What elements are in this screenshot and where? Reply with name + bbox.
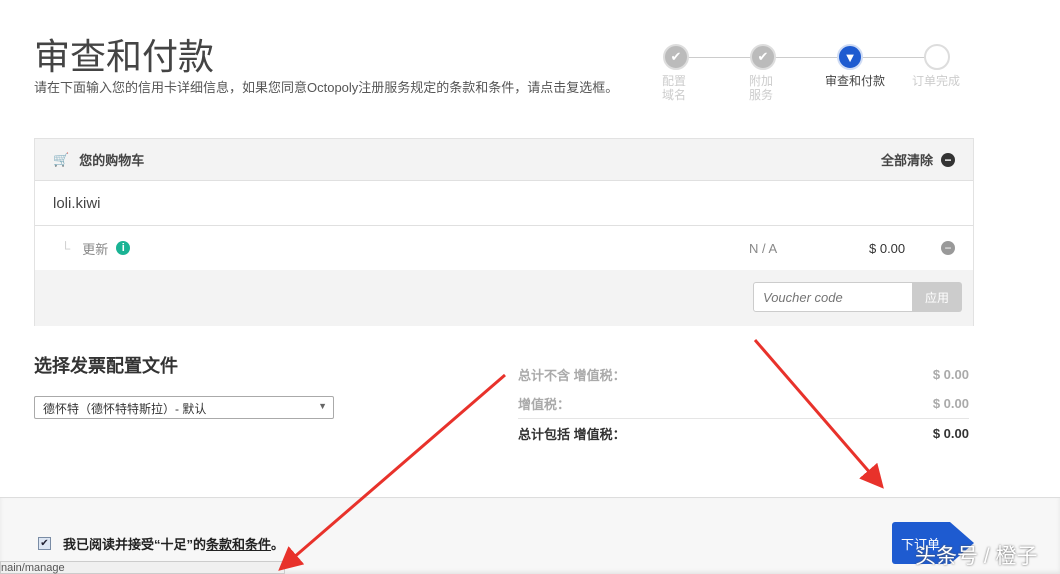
remove-item-icon[interactable]: − [941,241,955,255]
cart-title: 您的购物车 [79,153,145,168]
step-review-payment: ▼ 审查和付款 [825,44,889,88]
check-icon: ✔ [663,44,689,70]
progress-steps: ✔ 配置 域名 ✔ 附加 服务 ▼ 审查和付款 订单完成 [655,44,975,114]
dropdown-arrow-icon: ▼ [318,401,327,411]
item-price: $ 0.00 [869,240,906,256]
remove-all-icon[interactable]: − [941,152,955,167]
terms-checkbox[interactable]: ✔ [38,537,51,550]
cart-item-row: └ 更新 i N / A $ 0.00 − [35,226,973,270]
item-label: 更新 [82,241,109,257]
billing-title: 选择发票配置文件 [34,356,178,376]
shopping-cart: 🛒 您的购物车 全部清除 − loli.kiwi └ 更新 i N / A $ … [34,138,974,326]
apply-voucher-button[interactable]: 应用 [912,282,962,312]
voucher-input[interactable] [753,282,913,312]
info-icon[interactable]: i [116,241,131,255]
billing-profile-select[interactable]: 德怀特（德怀特特斯拉）- 默认 ▼ [34,396,334,419]
step-configure-domain: ✔ 配置 域名 [655,44,715,102]
watermark: 头条号 / 橙子 [915,545,1038,568]
terms-link[interactable]: 条款和条件 [206,534,271,553]
step-complete: 订单完成 [912,44,976,88]
page-title: 审查和付款 [34,36,215,77]
cart-domain: loli.kiwi [35,181,973,226]
cart-icon: 🛒 [53,151,70,167]
step-addons: ✔ 附加 服务 [742,44,802,102]
totals: 总计不含 增值税： $ 0.00 增值税： $ 0.00 总计包括 增值税： $ 0.… [518,360,969,447]
page-description: 请在下面输入您的信用卡详细信息，如果您同意Octopoly注册服务规定的条款和条… [34,80,619,95]
status-bar-url: nain/manage [0,561,285,574]
chevron-down-icon: ▼ [837,44,863,70]
clear-all-button[interactable]: 全部清除 [881,150,933,169]
check-icon: ✔ [750,44,776,70]
item-term: N / A [749,240,778,256]
